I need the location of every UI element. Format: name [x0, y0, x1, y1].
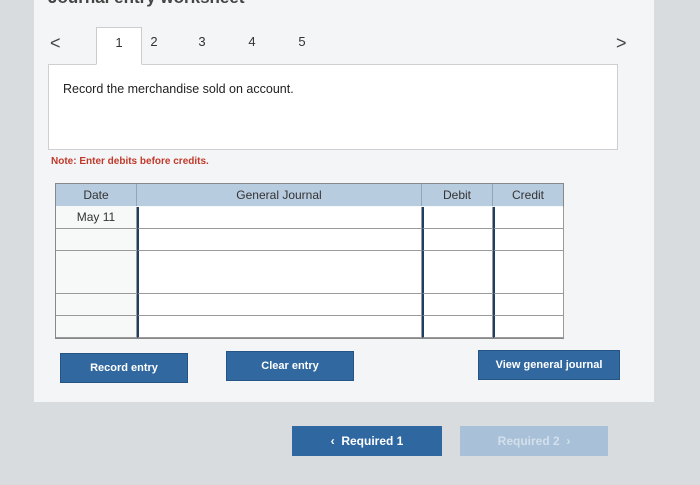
- credit-input[interactable]: [493, 207, 564, 229]
- credit-input[interactable]: [493, 294, 564, 317]
- record-entry-button[interactable]: Record entry: [60, 353, 188, 383]
- view-general-journal-button[interactable]: View general journal: [478, 350, 620, 380]
- credit-input[interactable]: [493, 250, 564, 273]
- prev-tab-arrow-icon[interactable]: <: [50, 33, 61, 54]
- header-debit: Debit: [422, 184, 493, 206]
- chevron-right-icon: ›: [559, 434, 571, 448]
- debit-input[interactable]: [422, 316, 493, 338]
- table-row: [56, 316, 564, 338]
- header-date: Date: [56, 184, 137, 206]
- table-row: [56, 250, 564, 273]
- header-general-journal: General Journal: [137, 184, 422, 206]
- required-1-button[interactable]: ‹ Required 1: [292, 426, 442, 456]
- general-journal-input[interactable]: [137, 228, 422, 251]
- journal-table: Date General Journal Debit Credit May 11: [55, 183, 564, 339]
- date-cell[interactable]: [56, 294, 137, 317]
- clear-entry-button[interactable]: Clear entry: [226, 351, 354, 381]
- tab-2[interactable]: 2: [138, 31, 170, 53]
- general-journal-input[interactable]: [137, 250, 422, 273]
- required-2-label: Required 2: [497, 434, 560, 448]
- credit-input[interactable]: [493, 228, 564, 251]
- table-row: [56, 294, 564, 317]
- tab-5[interactable]: 5: [286, 31, 318, 53]
- date-cell[interactable]: [56, 316, 137, 338]
- note-text: Note: Enter debits before credits.: [51, 156, 209, 167]
- table-row: [56, 228, 564, 251]
- debit-input[interactable]: [422, 207, 493, 229]
- date-cell[interactable]: May 11: [56, 207, 137, 229]
- required-1-label: Required 1: [341, 434, 404, 448]
- date-cell[interactable]: [56, 228, 137, 251]
- next-tab-arrow-icon[interactable]: >: [616, 33, 627, 54]
- table-row: May 11: [56, 207, 564, 229]
- general-journal-input[interactable]: [137, 207, 422, 229]
- debit-input[interactable]: [422, 294, 493, 317]
- general-journal-input[interactable]: [137, 272, 422, 295]
- header-credit: Credit: [493, 184, 563, 206]
- credit-input[interactable]: [493, 272, 564, 295]
- table-row: [56, 272, 564, 295]
- date-cell[interactable]: [56, 250, 137, 273]
- prompt-text: Record the merchandise sold on account.: [63, 82, 294, 96]
- page-title: Journal entry worksheet: [48, 0, 245, 8]
- general-journal-input[interactable]: [137, 294, 422, 317]
- prompt-box: Record the merchandise sold on account.: [48, 64, 618, 150]
- tab-3[interactable]: 3: [186, 31, 218, 53]
- credit-input[interactable]: [493, 316, 564, 338]
- required-2-button[interactable]: Required 2 ›: [460, 426, 608, 456]
- tab-1[interactable]: 1: [96, 27, 142, 65]
- debit-input[interactable]: [422, 228, 493, 251]
- debit-input[interactable]: [422, 250, 493, 273]
- chevron-left-icon: ‹: [330, 434, 342, 448]
- debit-input[interactable]: [422, 272, 493, 295]
- date-cell[interactable]: [56, 272, 137, 295]
- general-journal-input[interactable]: [137, 316, 422, 338]
- tab-4[interactable]: 4: [236, 31, 268, 53]
